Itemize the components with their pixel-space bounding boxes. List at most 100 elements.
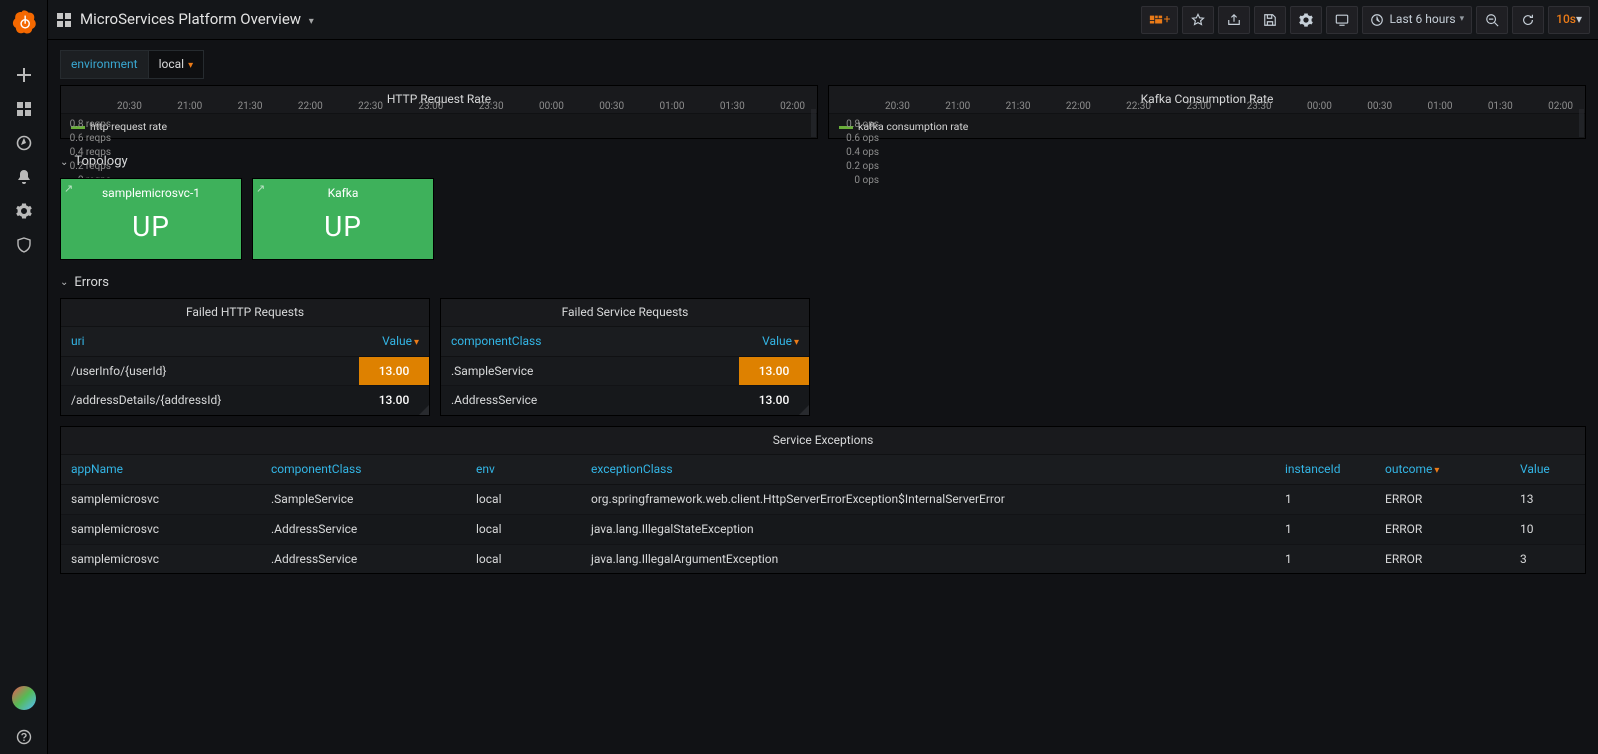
- cell-value: 13: [1510, 485, 1585, 515]
- panel-service-exceptions: Service Exceptions appName componentClas…: [60, 426, 1586, 574]
- settings-button[interactable]: [1290, 6, 1322, 34]
- cell-componentClass: .SampleService: [441, 356, 739, 386]
- chevron-down-icon: ⌄: [60, 156, 68, 170]
- card-status: UP: [61, 201, 241, 246]
- col-exceptionClass[interactable]: exceptionClass: [581, 455, 1275, 485]
- cell-uri: /userInfo/{userId}: [61, 356, 359, 386]
- col-instanceId[interactable]: instanceId: [1275, 455, 1375, 485]
- cell-componentClass: .AddressService: [261, 544, 466, 573]
- dashboard-title[interactable]: MicroServices Platform Overview ▾: [80, 9, 314, 30]
- cell-componentClass: .SampleService: [261, 485, 466, 515]
- chevron-down-icon: ▾: [309, 16, 314, 27]
- card-name: Kafka: [253, 179, 433, 202]
- legend-scrollbar[interactable]: [811, 109, 816, 137]
- cell-value: 13.00: [359, 356, 429, 386]
- panel-kafka-consumption-rate: Kafka Consumption Rate 0.8 ops0.6 ops 0.…: [828, 85, 1586, 139]
- cell-env: local: [466, 544, 581, 573]
- topology-card[interactable]: ↗ Kafka UP: [252, 178, 434, 260]
- popout-icon[interactable]: ↗: [64, 181, 73, 196]
- topology-card[interactable]: ↗ samplemicrosvc-1 UP: [60, 178, 242, 260]
- table-row: .SampleService 13.00: [441, 356, 809, 386]
- popout-icon[interactable]: ↗: [256, 181, 265, 196]
- resize-handle[interactable]: [799, 405, 809, 415]
- graph-legend[interactable]: kafka consumption rate: [829, 118, 1585, 139]
- row-header-topology[interactable]: ⌄ Topology: [60, 153, 1586, 171]
- nav-dashboards-icon[interactable]: [0, 92, 48, 126]
- panel-title[interactable]: Service Exceptions: [61, 427, 1585, 455]
- side-rail: [0, 0, 48, 754]
- user-avatar[interactable]: [12, 686, 36, 710]
- cell-env: local: [466, 485, 581, 515]
- cell-env: local: [466, 514, 581, 544]
- refresh-interval-picker[interactable]: 10s ▾: [1548, 6, 1590, 34]
- cell-instanceId: 1: [1275, 514, 1375, 544]
- cell-uri: /addressDetails/{addressId}: [61, 386, 359, 415]
- nav-config-icon[interactable]: [0, 194, 48, 228]
- var-environment-value[interactable]: local▾: [148, 50, 205, 79]
- chevron-down-icon: ▾: [1576, 11, 1582, 28]
- card-name: samplemicrosvc-1: [61, 179, 241, 202]
- template-variables: environment local▾: [60, 50, 1586, 79]
- cell-instanceId: 1: [1275, 485, 1375, 515]
- view-mode-button[interactable]: [1326, 6, 1358, 34]
- failed-svc-table: componentClass Value▾ .SampleService 13.…: [441, 327, 809, 416]
- panel-title[interactable]: Failed HTTP Requests: [61, 299, 429, 327]
- cell-componentClass: .AddressService: [261, 514, 466, 544]
- table-row: /addressDetails/{addressId} 13.00: [61, 386, 429, 415]
- col-outcome[interactable]: outcome▾: [1375, 455, 1510, 485]
- cell-outcome: ERROR: [1375, 485, 1510, 515]
- cell-value: 13.00: [739, 356, 809, 386]
- nav-help-icon[interactable]: [0, 720, 48, 754]
- zoom-out-button[interactable]: [1476, 6, 1508, 34]
- nav-alerting-icon[interactable]: [0, 160, 48, 194]
- nav-admin-icon[interactable]: [0, 228, 48, 262]
- card-status: UP: [253, 201, 433, 246]
- nav-explore-icon[interactable]: [0, 126, 48, 160]
- time-range-picker[interactable]: Last 6 hours ▾: [1362, 6, 1472, 34]
- col-value[interactable]: Value: [1510, 455, 1585, 485]
- failed-http-table: uri Value▾ /userInfo/{userId} 13.00/addr…: [61, 327, 429, 416]
- cell-appName: samplemicrosvc: [61, 485, 261, 515]
- table-row: .AddressService 13.00: [441, 386, 809, 415]
- dashboard-title-text: MicroServices Platform Overview: [80, 10, 301, 28]
- cell-exceptionClass: java.lang.IllegalStateException: [581, 514, 1275, 544]
- cell-exceptionClass: org.springframework.web.client.HttpServe…: [581, 485, 1275, 515]
- time-range-text: Last 6 hours: [1389, 11, 1455, 28]
- star-button[interactable]: [1182, 6, 1214, 34]
- col-componentClass[interactable]: componentClass: [441, 327, 739, 357]
- refresh-interval-text: 10s: [1556, 11, 1576, 28]
- refresh-button[interactable]: [1512, 6, 1544, 34]
- cell-appName: samplemicrosvc: [61, 514, 261, 544]
- col-uri[interactable]: uri: [61, 327, 359, 357]
- panel-http-request-rate: HTTP Request Rate 0.8 reqps0.6 reqps 0.4…: [60, 85, 818, 139]
- panel-title[interactable]: Failed Service Requests: [441, 299, 809, 327]
- panel-failed-http: Failed HTTP Requests uri Value▾ /userInf…: [60, 298, 430, 416]
- share-button[interactable]: [1218, 6, 1250, 34]
- graph-legend[interactable]: http request rate: [61, 118, 817, 139]
- table-row: samplemicrosvc .AddressService local jav…: [61, 514, 1585, 544]
- cell-outcome: ERROR: [1375, 544, 1510, 573]
- col-appName[interactable]: appName: [61, 455, 261, 485]
- resize-handle[interactable]: [419, 405, 429, 415]
- col-componentClass[interactable]: componentClass: [261, 455, 466, 485]
- cell-instanceId: 1: [1275, 544, 1375, 573]
- topology-cards: ↗ samplemicrosvc-1 UP ↗ Kafka UP: [60, 178, 1586, 260]
- col-value[interactable]: Value▾: [359, 327, 429, 357]
- cell-value: 3: [1510, 544, 1585, 573]
- topbar: MicroServices Platform Overview ▾ + Last…: [48, 0, 1598, 40]
- nav-create-icon[interactable]: [0, 58, 48, 92]
- add-panel-button[interactable]: +: [1141, 6, 1179, 34]
- chevron-down-icon: ⌄: [60, 276, 68, 290]
- x-axis: 20:3021:00 21:3022:00 22:3023:00 23:3000…: [885, 100, 1573, 116]
- col-value[interactable]: Value▾: [739, 327, 809, 357]
- chevron-down-icon: ▾: [1460, 13, 1465, 26]
- cell-outcome: ERROR: [1375, 514, 1510, 544]
- row-title: Errors: [74, 274, 109, 292]
- table-row: samplemicrosvc .SampleService local org.…: [61, 485, 1585, 515]
- col-env[interactable]: env: [466, 455, 581, 485]
- row-header-errors[interactable]: ⌄ Errors: [60, 274, 1586, 292]
- legend-scrollbar[interactable]: [1579, 109, 1584, 137]
- save-button[interactable]: [1254, 6, 1286, 34]
- table-row: samplemicrosvc .AddressService local jav…: [61, 544, 1585, 573]
- grafana-logo-icon[interactable]: [10, 8, 38, 36]
